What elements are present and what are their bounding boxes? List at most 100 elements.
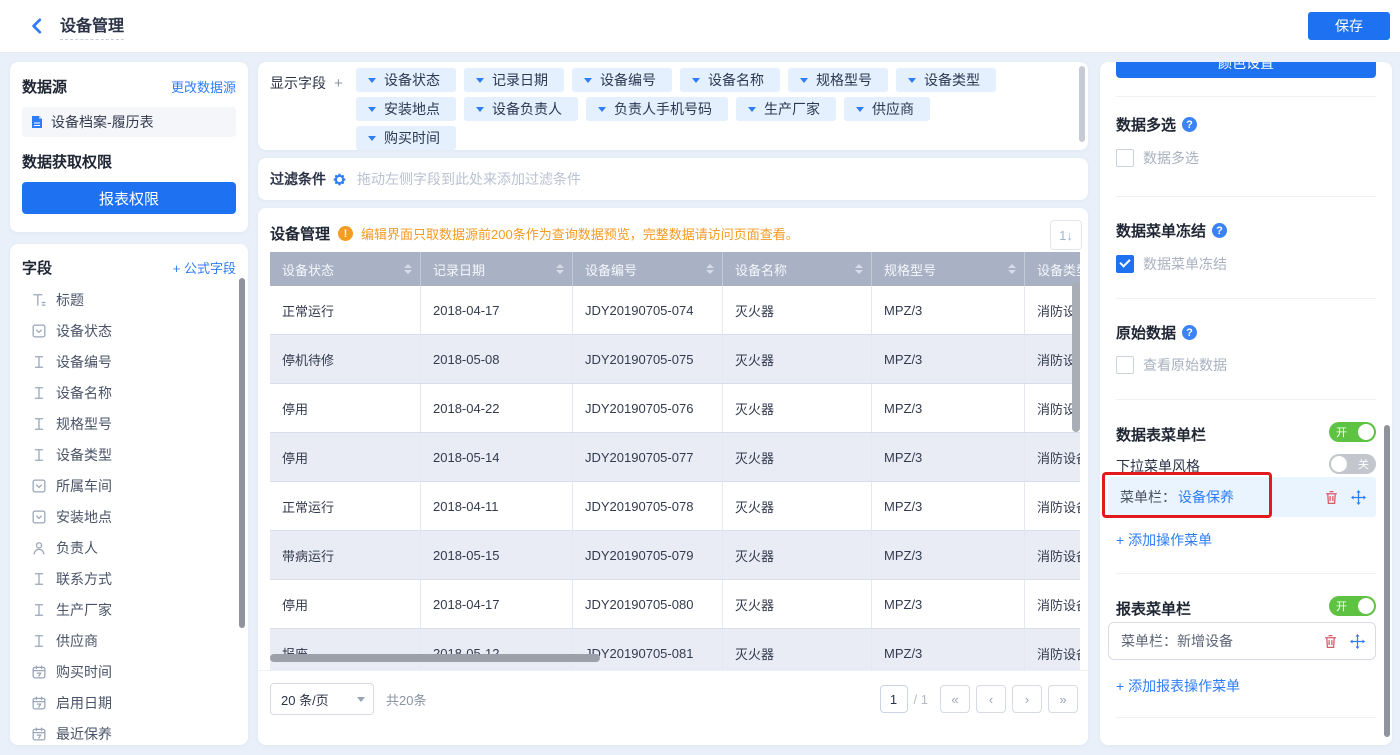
field-item[interactable]: 最近保养 bbox=[10, 718, 248, 745]
fields-scrollbar[interactable] bbox=[239, 278, 245, 628]
field-item[interactable]: 启用日期 bbox=[10, 687, 248, 718]
chip-label: 设备编号 bbox=[600, 72, 656, 88]
report-menu-item-row[interactable]: 菜单栏： 新增设备 bbox=[1108, 622, 1376, 660]
sort-arrows-icon[interactable] bbox=[706, 264, 714, 274]
column-header[interactable]: 记录日期 bbox=[421, 252, 573, 286]
table-menu-item-row[interactable]: 菜单栏： 设备保养 bbox=[1102, 472, 1376, 518]
change-datasource-link[interactable]: 更改数据源 bbox=[171, 77, 236, 96]
column-header[interactable]: 设备编号 bbox=[573, 252, 723, 286]
report-permission-button[interactable]: 报表权限 bbox=[22, 182, 236, 214]
field-item[interactable]: 设备编号 bbox=[10, 346, 248, 377]
field-item[interactable]: 标题 bbox=[10, 284, 248, 315]
page-title[interactable]: 设备管理 bbox=[60, 12, 125, 40]
add-formula-field-link[interactable]: + 公式字段 bbox=[173, 258, 236, 277]
table-horizontal-scrollbar[interactable] bbox=[270, 654, 600, 662]
menu-item-value[interactable]: 新增设备 bbox=[1177, 631, 1233, 651]
delete-icon[interactable] bbox=[1324, 490, 1339, 505]
sort-arrows-icon[interactable] bbox=[556, 264, 564, 274]
table-row[interactable]: 正常运行 2018-04-11 JDY20190705-078 灭火器 MPZ/3 消防设… bbox=[270, 482, 1080, 531]
display-field-chip[interactable]: 安装地点 bbox=[356, 97, 456, 121]
multi-select-checkbox[interactable] bbox=[1116, 149, 1134, 167]
field-item-label: 所属车间 bbox=[56, 477, 112, 494]
last-page-button[interactable]: » bbox=[1048, 685, 1078, 713]
add-action-menu-link[interactable]: + 添加操作菜单 bbox=[1116, 530, 1376, 550]
table-vertical-scrollbar[interactable] bbox=[1072, 282, 1080, 432]
add-display-field-button[interactable]: + bbox=[334, 75, 343, 92]
multi-select-checkbox-row[interactable]: 数据多选 bbox=[1116, 148, 1376, 168]
display-fields-scrollbar[interactable] bbox=[1079, 66, 1085, 142]
datasource-item[interactable]: 设备档案-履历表 bbox=[22, 107, 236, 137]
field-item[interactable]: 生产厂家 bbox=[10, 594, 248, 625]
display-field-chip[interactable]: 规格型号 bbox=[788, 68, 888, 92]
display-field-chip[interactable]: 供应商 bbox=[844, 97, 930, 121]
table-cell: 停用 bbox=[270, 580, 421, 629]
display-field-chip[interactable]: 记录日期 bbox=[464, 68, 564, 92]
raw-data-checkbox-row[interactable]: 查看原始数据 bbox=[1116, 355, 1376, 375]
display-field-chip[interactable]: 生产厂家 bbox=[736, 97, 836, 121]
column-header[interactable]: 设备名称 bbox=[723, 252, 872, 286]
display-field-chip[interactable]: 设备编号 bbox=[572, 68, 672, 92]
field-item[interactable]: 联系方式 bbox=[10, 563, 248, 594]
add-report-action-menu-link[interactable]: + 添加报表操作菜单 bbox=[1116, 676, 1376, 696]
table-cell: 停机待修 bbox=[270, 335, 421, 384]
display-field-chip[interactable]: 购买时间 bbox=[356, 126, 456, 150]
table-row[interactable]: 带病运行 2018-05-15 JDY20190705-079 灭火器 MPZ/3 消防设… bbox=[270, 531, 1080, 580]
table-row[interactable]: 报废2018-05-12JDY20190705-081灭火器MPZ/3消防设备 bbox=[270, 629, 1080, 670]
table-row[interactable]: 正常运行 2018-04-17 JDY20190705-074 灭火器 MPZ/3 消防设… bbox=[270, 286, 1080, 335]
table-row[interactable]: 停用2018-04-22JDY20190705-076灭火器MPZ/3消防设备 bbox=[270, 384, 1080, 433]
help-icon[interactable]: ? bbox=[1182, 117, 1198, 132]
field-item[interactable]: 安装地点 bbox=[10, 501, 248, 532]
first-page-button[interactable]: « bbox=[940, 685, 970, 713]
field-item[interactable]: 供应商 bbox=[10, 625, 248, 656]
sort-arrows-icon[interactable] bbox=[404, 264, 412, 274]
sort-arrows-icon[interactable] bbox=[1008, 264, 1016, 274]
color-settings-button[interactable]: 颜色设置 bbox=[1116, 62, 1376, 78]
back-button[interactable] bbox=[28, 17, 46, 35]
prev-page-button[interactable]: ‹ bbox=[976, 685, 1006, 713]
display-field-chip[interactable]: 负责人手机号码 bbox=[586, 97, 728, 121]
field-item[interactable]: 设备状态 bbox=[10, 315, 248, 346]
column-header[interactable]: 设备状态 bbox=[270, 252, 421, 286]
raw-data-checkbox[interactable] bbox=[1116, 356, 1134, 374]
table-row[interactable]: 停用2018-05-14JDY20190705-077灭火器MPZ/3消防设备 bbox=[270, 433, 1080, 482]
table-cell: 2018-05-15 bbox=[421, 531, 573, 580]
display-field-chip[interactable]: 设备名称 bbox=[680, 68, 780, 92]
display-field-chip[interactable]: 设备状态 bbox=[356, 68, 456, 92]
chip-label: 安装地点 bbox=[384, 101, 440, 117]
page-size-select[interactable]: 20 条/页 bbox=[270, 683, 374, 715]
sort-arrows-icon[interactable] bbox=[855, 264, 863, 274]
dropdown-style-toggle[interactable]: 关 bbox=[1329, 454, 1376, 474]
field-item[interactable]: 所属车间 bbox=[10, 470, 248, 501]
sort-settings-button[interactable]: 1↓ bbox=[1050, 220, 1082, 250]
page-size-value: 20 条/页 bbox=[281, 692, 329, 708]
page-number-input[interactable]: 1 bbox=[879, 685, 908, 713]
table-row[interactable]: 停机待修 2018-05-08 JDY20190705-075 灭火器 MPZ/3 消防设… bbox=[270, 335, 1080, 384]
display-field-chip[interactable]: 设备类型 bbox=[896, 68, 996, 92]
field-item[interactable]: 设备类型 bbox=[10, 439, 248, 470]
column-header[interactable]: 规格型号 bbox=[872, 252, 1025, 286]
field-item[interactable]: 购买时间 bbox=[10, 656, 248, 687]
table-row[interactable]: 停用2018-04-17JDY20190705-080灭火器MPZ/3消防设备 bbox=[270, 580, 1080, 629]
delete-icon[interactable] bbox=[1323, 634, 1338, 649]
menu-item-value[interactable]: 设备保养 bbox=[1178, 487, 1234, 507]
column-header[interactable]: 设备类型 bbox=[1025, 252, 1080, 286]
raw-data-title: 原始数据 ? bbox=[1116, 322, 1376, 343]
help-icon[interactable]: ? bbox=[1182, 325, 1198, 340]
next-page-button[interactable]: › bbox=[1012, 685, 1042, 713]
field-item[interactable]: 规格型号 bbox=[10, 408, 248, 439]
save-button[interactable]: 保存 bbox=[1308, 12, 1390, 40]
table-menu-toggle[interactable]: 开 bbox=[1329, 422, 1376, 442]
menu-freeze-checkbox-row[interactable]: 数据菜单冻结 bbox=[1116, 254, 1376, 274]
table-body: 正常运行 2018-04-17 JDY20190705-074 灭火器 MPZ/3 消防设… bbox=[270, 286, 1080, 670]
move-icon[interactable] bbox=[1350, 633, 1365, 649]
date-icon bbox=[32, 665, 46, 679]
move-icon[interactable] bbox=[1351, 489, 1366, 505]
report-menu-toggle[interactable]: 开 bbox=[1329, 596, 1376, 616]
display-field-chip[interactable]: 设备负责人 bbox=[464, 97, 578, 121]
help-icon[interactable]: ? bbox=[1212, 223, 1228, 238]
field-item[interactable]: 负责人 bbox=[10, 532, 248, 563]
menu-freeze-checkbox[interactable] bbox=[1116, 255, 1134, 273]
field-item[interactable]: 设备名称 bbox=[10, 377, 248, 408]
gear-icon[interactable] bbox=[332, 172, 347, 187]
settings-scrollbar[interactable] bbox=[1384, 425, 1390, 737]
